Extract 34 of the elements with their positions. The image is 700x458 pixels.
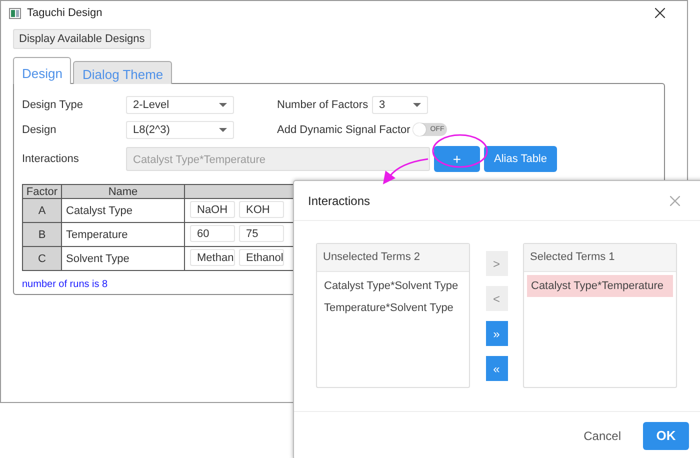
display-designs-button[interactable]: Display Available Designs xyxy=(13,29,151,49)
table-cell: A xyxy=(22,198,62,222)
column-header: Factor xyxy=(22,184,62,198)
table-cell: Temperature xyxy=(62,222,184,246)
factors-dropdown[interactable]: 3 xyxy=(372,96,428,114)
level-field[interactable]: 75 xyxy=(239,224,284,242)
table-cell: B xyxy=(22,222,62,246)
table-cell: Solvent Type xyxy=(62,246,184,270)
list-header: Selected Terms 1 xyxy=(524,244,676,272)
table-cell: Catalyst Type xyxy=(62,198,184,222)
design-type-dropdown[interactable]: 2-Level xyxy=(126,96,234,114)
list-item[interactable]: Temperature*Solvent Type xyxy=(320,297,466,319)
level-field[interactable]: KOH xyxy=(239,200,284,218)
cancel-button[interactable]: Cancel xyxy=(578,428,627,444)
status-text: number of runs is 8 xyxy=(22,279,108,290)
column-header: Name xyxy=(62,184,184,198)
field-label: Number of Factors xyxy=(277,98,370,110)
design-dropdown[interactable]: L8(2^3) xyxy=(126,120,234,138)
level-field[interactable]: Ethanol xyxy=(239,248,284,266)
field-label: Design Type xyxy=(22,98,84,110)
field-label: Interactions xyxy=(22,153,80,165)
level-field[interactable]: 60 xyxy=(190,224,235,242)
window-title: Taguchi Design xyxy=(27,7,102,19)
level-field[interactable]: NaOH xyxy=(190,200,235,218)
list-item[interactable]: Catalyst Type*Solvent Type xyxy=(320,275,466,297)
dialog-title: Interactions xyxy=(308,194,370,208)
level-field[interactable]: Methan xyxy=(190,248,235,266)
close-icon[interactable] xyxy=(655,8,665,18)
table-cell: C xyxy=(22,246,62,270)
field-label: Add Dynamic Signal Factor xyxy=(277,124,410,136)
app-icon xyxy=(9,8,21,18)
list-header: Unselected Terms 2 xyxy=(317,244,469,272)
field-label: Design xyxy=(22,124,58,136)
list-item[interactable]: Catalyst Type*Temperature xyxy=(527,275,673,297)
